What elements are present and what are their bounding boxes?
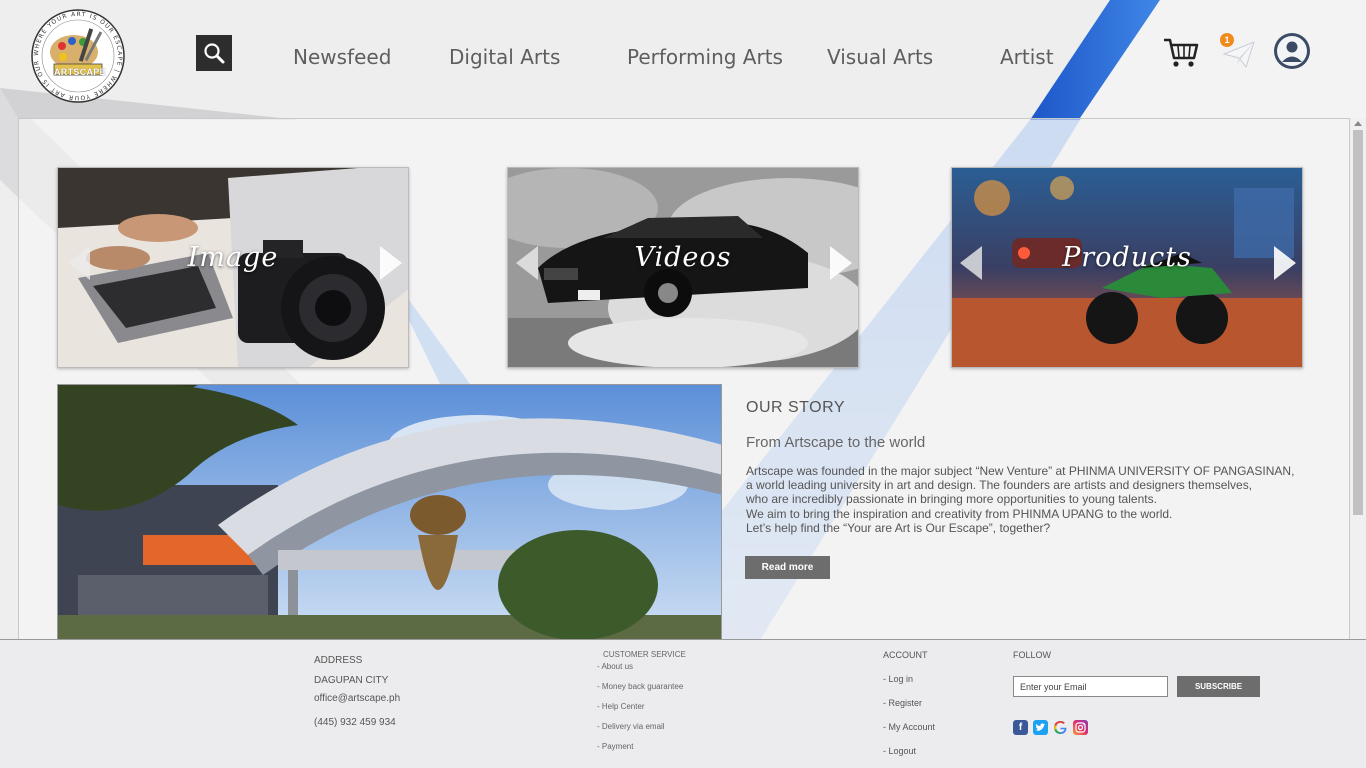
footer-link-log-in[interactable]: - Log in [883, 674, 913, 684]
carousel-next-arrow-icon[interactable] [830, 246, 852, 280]
campus-photo [57, 384, 722, 640]
carousel-prev-arrow-icon[interactable] [516, 246, 538, 280]
footer-link-about-us[interactable]: - About us [597, 662, 633, 671]
contact-email: office@artscape.ph [314, 693, 401, 704]
products-category-card[interactable]: Products [951, 167, 1303, 368]
footer: ADDRESS DAGUPAN CITY office@artscape.ph … [0, 639, 1366, 768]
card-label-image: Image [187, 242, 279, 273]
footer-link-my-account[interactable]: - My Account [883, 722, 935, 732]
footer-link-delivery[interactable]: - Delivery via email [597, 722, 665, 731]
twitter-icon[interactable] [1033, 720, 1048, 735]
footer-link-money-back[interactable]: - Money back guarantee [597, 682, 683, 691]
carousel-next-arrow-icon[interactable] [1274, 246, 1296, 280]
carousel-next-arrow-icon[interactable] [380, 246, 402, 280]
account-heading: ACCOUNT [883, 650, 928, 660]
instagram-icon[interactable] [1073, 720, 1088, 735]
story-line: who are incredibly passionate in bringin… [746, 492, 1157, 507]
story-title: OUR STORY [746, 399, 846, 416]
footer-link-payment[interactable]: - Payment [597, 742, 633, 751]
footer-link-register[interactable]: - Register [883, 698, 922, 708]
story-subtitle: From Artscape to the world [746, 434, 926, 451]
carousel-prev-arrow-icon[interactable] [68, 246, 90, 280]
card-label-products: Products [1062, 242, 1192, 273]
story-body: Artscape was founded in the major subjec… [746, 464, 1306, 535]
customer-service-heading: CUSTOMER SERVICE [603, 650, 686, 659]
carousel-prev-arrow-icon[interactable] [960, 246, 982, 280]
read-more-button[interactable]: Read more [745, 556, 830, 579]
story-line: Let’s help find the “Your are Art is Our… [746, 520, 1051, 535]
footer-link-help-center[interactable]: - Help Center [597, 702, 645, 711]
image-category-card[interactable]: Image [57, 167, 409, 368]
address-city: DAGUPAN CITY [314, 675, 389, 686]
story-line: Artscape was founded in the major subjec… [746, 464, 1295, 478]
footer-link-logout[interactable]: - Logout [883, 746, 916, 756]
videos-category-card[interactable]: Videos [507, 167, 859, 368]
facebook-icon[interactable]: f [1013, 720, 1028, 735]
card-label-videos: Videos [634, 242, 732, 273]
content: Image Videos Products OUR STORY From Art… [0, 0, 1366, 640]
story-line: a world leading university in art and de… [746, 478, 1253, 493]
subscribe-email-input[interactable] [1013, 676, 1168, 697]
contact-phone: (445) 932 459 934 [314, 717, 396, 728]
story-line: We aim to bring the inspiration and crea… [746, 506, 1173, 521]
google-icon[interactable] [1053, 720, 1068, 735]
subscribe-button[interactable]: SUBSCRIBE [1177, 676, 1260, 697]
follow-heading: FOLLOW [1013, 650, 1052, 660]
address-heading: ADDRESS [314, 655, 363, 666]
